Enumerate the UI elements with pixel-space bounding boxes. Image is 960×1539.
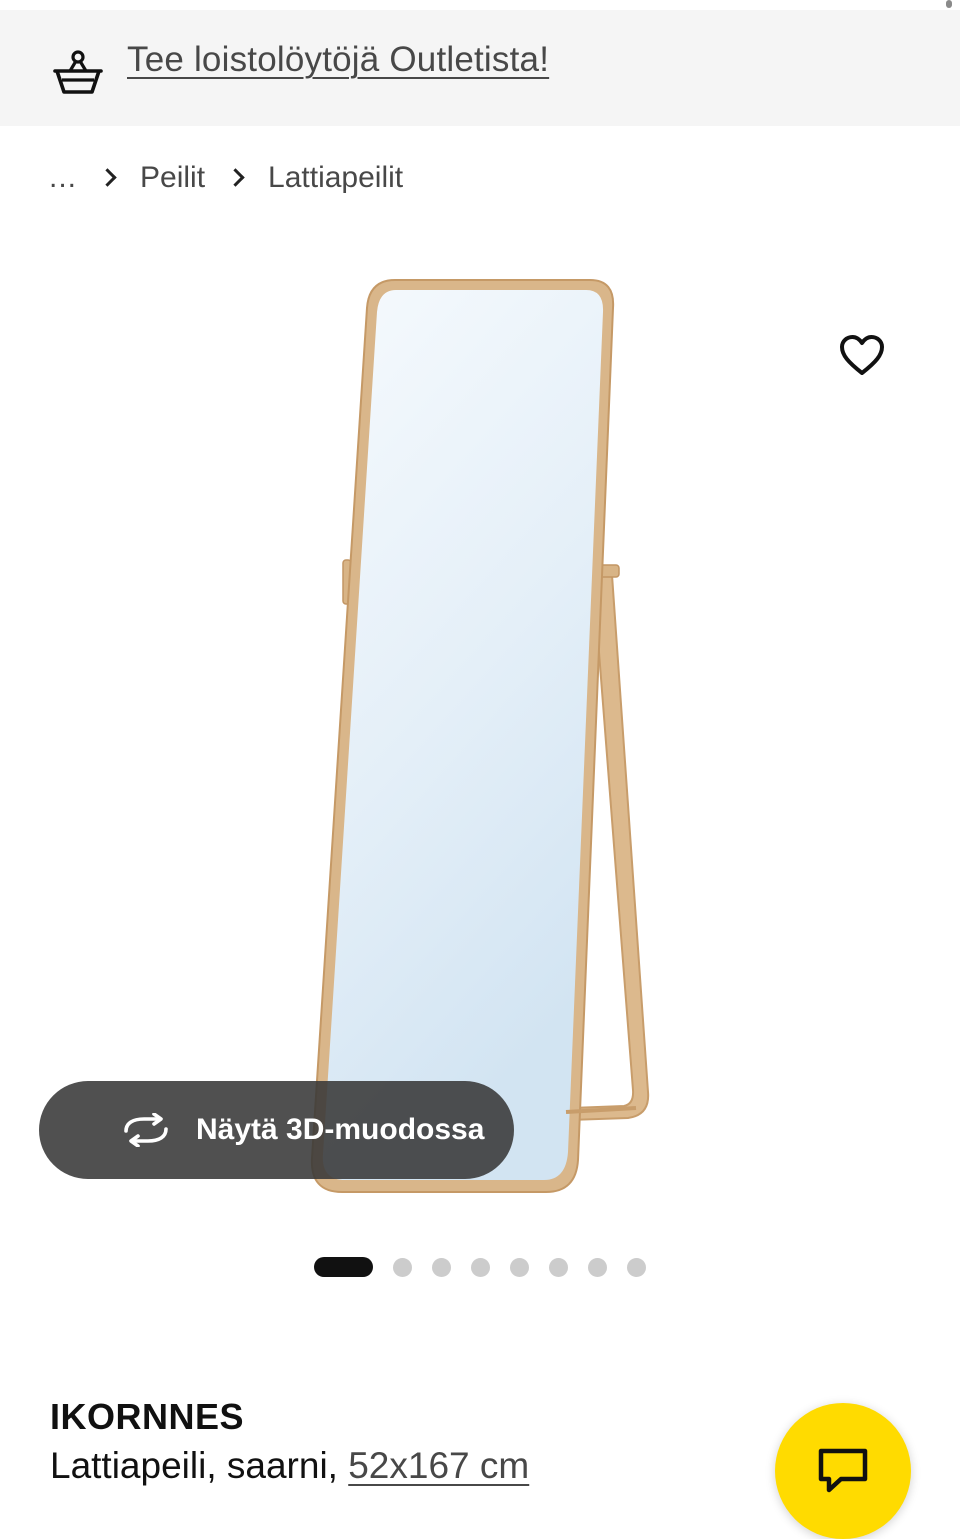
carousel-dot-3[interactable] — [432, 1257, 451, 1277]
product-size-link[interactable]: 52x167 cm — [348, 1445, 529, 1486]
breadcrumb-item-peilit[interactable]: Peilit — [140, 161, 205, 195]
product-description-text: Lattiapeili, saarni, — [50, 1445, 349, 1486]
breadcrumb-item-lattiapeilit[interactable]: Lattiapeilit — [268, 161, 403, 195]
heart-icon — [840, 335, 884, 375]
carousel-dot-5[interactable] — [510, 1257, 529, 1277]
carousel-dot-6[interactable] — [549, 1257, 568, 1277]
outlet-promo-link[interactable]: Tee loistolöytöjä Outletista! — [127, 40, 549, 80]
product-name: IKORNNES — [50, 1396, 245, 1437]
chevron-right-icon — [98, 168, 117, 187]
chat-button[interactable] — [775, 1403, 911, 1539]
image-carousel-indicator — [314, 1257, 646, 1277]
scroll-indicator — [946, 0, 952, 8]
carousel-dot-8[interactable] — [627, 1257, 646, 1277]
chat-icon — [818, 1448, 868, 1493]
rotate-3d-icon — [124, 1113, 168, 1147]
product-description: Lattiapeili, saarni, 52x167 cm — [50, 1445, 529, 1487]
product-image-mirror[interactable] — [0, 230, 960, 1230]
carousel-dot-1[interactable] — [314, 1257, 373, 1277]
breadcrumb-ellipsis[interactable]: ... — [49, 161, 77, 195]
carousel-dot-4[interactable] — [471, 1257, 490, 1277]
carousel-dot-2[interactable] — [393, 1257, 412, 1277]
favorite-button[interactable] — [812, 305, 912, 405]
breadcrumb: ... Peilit Lattiapeilit — [49, 155, 403, 200]
view-3d-button[interactable]: Näytä 3D-muodossa — [39, 1081, 514, 1179]
view-3d-label: Näytä 3D-muodossa — [196, 1113, 485, 1146]
basket-icon — [53, 50, 103, 94]
promo-banner: Tee loistolöytöjä Outletista! — [0, 10, 960, 126]
carousel-dot-7[interactable] — [588, 1257, 607, 1277]
chevron-right-icon — [226, 168, 245, 187]
